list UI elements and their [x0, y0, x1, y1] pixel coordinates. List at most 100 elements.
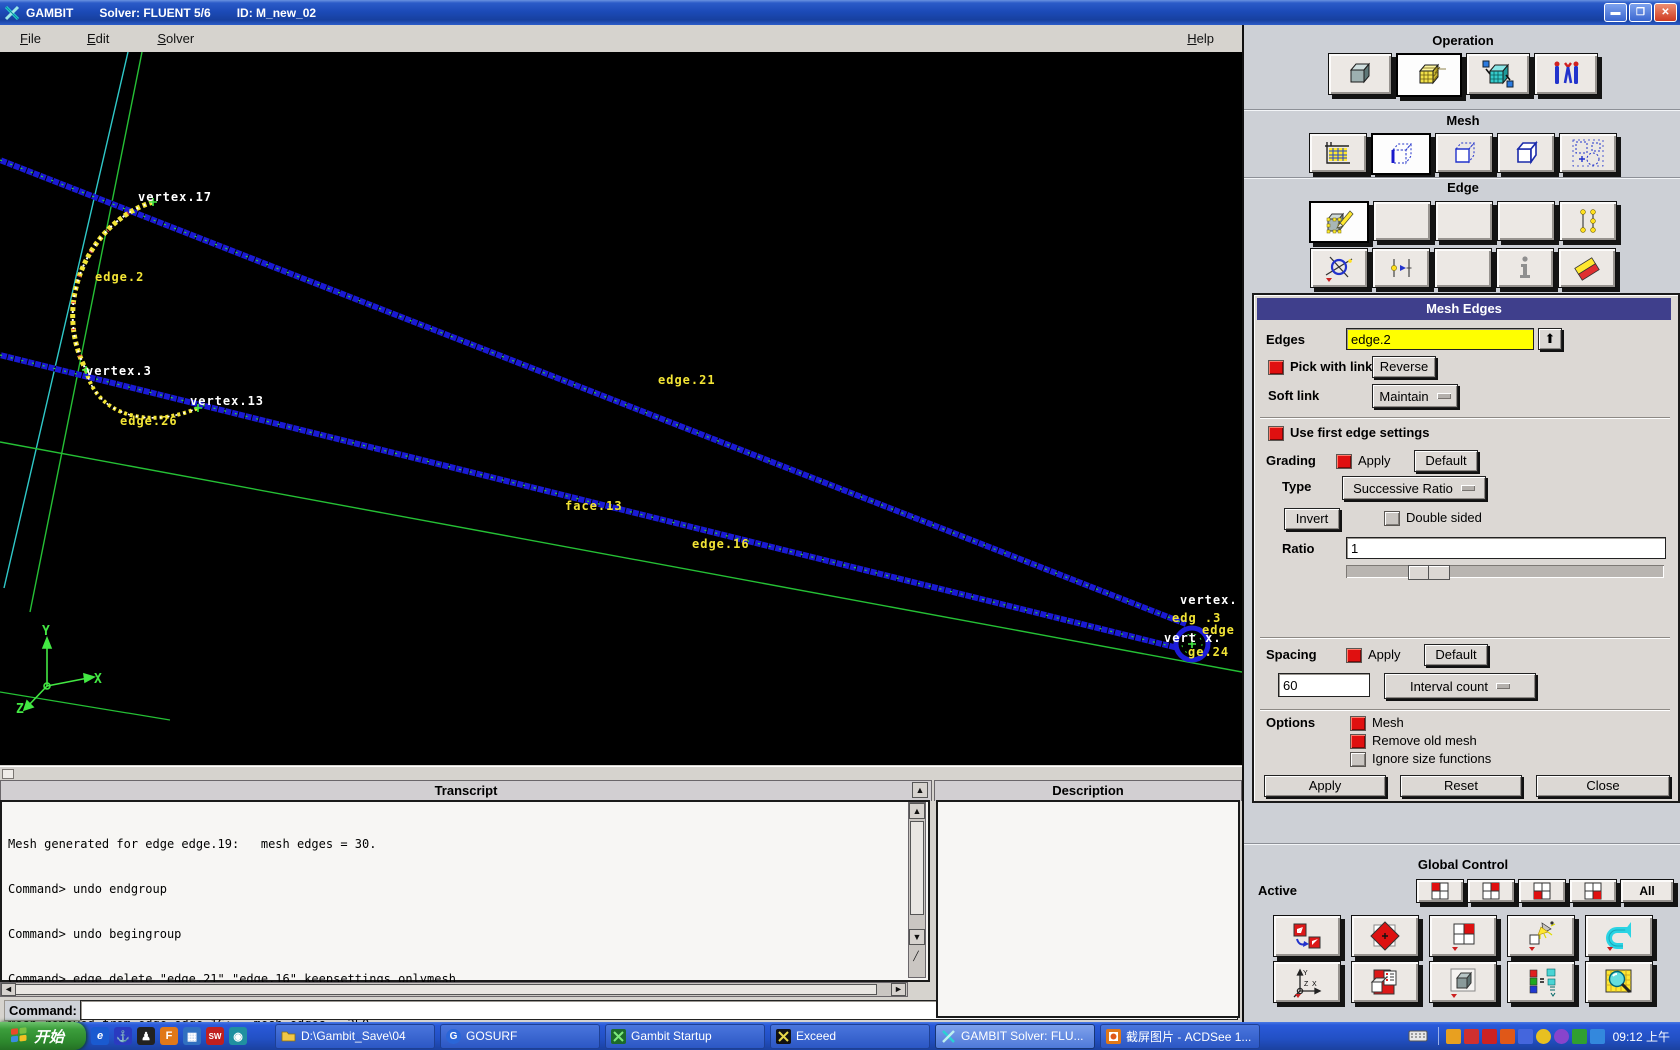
- active-quadrant-3-button[interactable]: [1518, 879, 1566, 903]
- task-gambit-solver[interactable]: GAMBIT Solver: FLU...: [935, 1023, 1096, 1049]
- ratio-slider[interactable]: [1346, 565, 1664, 580]
- gc-render-button[interactable]: [1429, 961, 1497, 1003]
- edge-link-button[interactable]: [1559, 201, 1617, 241]
- tray-icon-6[interactable]: [1535, 1028, 1551, 1044]
- keyboard-tray-icon[interactable]: [1408, 1029, 1428, 1043]
- quicklaunch-flashget-icon[interactable]: F: [160, 1027, 179, 1045]
- mesh-face-button[interactable]: [1435, 133, 1493, 173]
- tray-icon-4[interactable]: [1499, 1028, 1515, 1044]
- edge-erase-button[interactable]: [1558, 248, 1616, 288]
- close-window-button[interactable]: ✕: [1654, 3, 1677, 22]
- op-tools-button[interactable]: [1534, 53, 1598, 95]
- restore-button[interactable]: ❐: [1629, 3, 1652, 22]
- close-button[interactable]: Close: [1536, 775, 1670, 797]
- pane-splitter[interactable]: [0, 766, 1242, 779]
- pick-with-links-checkbox[interactable]: [1268, 360, 1284, 375]
- active-quadrant-1-button[interactable]: [1416, 879, 1464, 903]
- scroll-up-icon[interactable]: ▲: [909, 803, 925, 819]
- task-exceed[interactable]: Exceed: [770, 1023, 931, 1049]
- op-geometry-button[interactable]: [1328, 53, 1392, 95]
- tray-icon-9[interactable]: [1589, 1028, 1605, 1044]
- scroll-right-icon[interactable]: ►: [891, 983, 906, 996]
- task-gambit-save-folder[interactable]: D:\Gambit_Save\04: [275, 1023, 436, 1049]
- spacing-input[interactable]: [1278, 673, 1370, 697]
- remove-old-mesh-checkbox[interactable]: [1350, 734, 1366, 749]
- edge-blank-3-button[interactable]: [1497, 201, 1555, 241]
- edge-smooth-button[interactable]: [1310, 248, 1368, 288]
- task-gambit-startup[interactable]: Gambit Startup: [605, 1023, 766, 1049]
- edge-blank-4-button[interactable]: [1434, 248, 1492, 288]
- tray-icon-7[interactable]: [1553, 1028, 1569, 1044]
- scroll-left-icon[interactable]: ◄: [1, 983, 16, 996]
- edge-mesh-tool-button[interactable]: [1309, 201, 1369, 243]
- clock[interactable]: 09:12 上午: [1613, 1028, 1670, 1045]
- grading-default-button[interactable]: Default: [1414, 450, 1478, 472]
- double-sided-checkbox[interactable]: [1384, 511, 1400, 526]
- ratio-slider-handle[interactable]: [1408, 565, 1450, 580]
- edge-spacing-button[interactable]: [1372, 248, 1430, 288]
- task-gosurf[interactable]: G GOSURF: [440, 1023, 601, 1049]
- active-all-button[interactable]: All: [1620, 879, 1674, 903]
- apply-button[interactable]: Apply: [1264, 775, 1386, 797]
- mesh-edge-button[interactable]: [1371, 133, 1431, 175]
- gc-undo-button[interactable]: [1585, 915, 1653, 957]
- edges-input[interactable]: [1346, 328, 1534, 350]
- mesh-checkbox[interactable]: [1350, 716, 1366, 731]
- gc-legend-button[interactable]: [1507, 961, 1575, 1003]
- graphics-viewport[interactable]: vertex.17 edge.2 vertex.3 vertex.13 edge…: [0, 52, 1242, 765]
- mesh-volume-button[interactable]: [1497, 133, 1555, 173]
- invert-button[interactable]: Invert: [1284, 508, 1340, 530]
- edge-blank-2-button[interactable]: [1435, 201, 1493, 241]
- quicklaunch-globe-icon[interactable]: ◉: [229, 1027, 248, 1045]
- ratio-input[interactable]: [1346, 537, 1666, 559]
- tray-icon-1[interactable]: [1445, 1028, 1461, 1044]
- spacing-type-dropdown[interactable]: Interval count: [1384, 673, 1536, 699]
- transcript-hscrollbar[interactable]: ◄ ►: [0, 982, 908, 997]
- quicklaunch-ie-icon[interactable]: e: [91, 1027, 110, 1045]
- menu-help[interactable]: Help: [1181, 29, 1220, 48]
- splitter-handle-icon[interactable]: [2, 769, 14, 779]
- op-zones-button[interactable]: [1466, 53, 1530, 95]
- start-button[interactable]: 开始: [0, 1022, 87, 1050]
- edges-pick-arrow-button[interactable]: ⬆: [1538, 328, 1562, 350]
- edge-info-button[interactable]: [1496, 248, 1554, 288]
- active-quadrant-2-button[interactable]: [1467, 879, 1515, 903]
- ignore-size-functions-checkbox[interactable]: [1350, 752, 1366, 767]
- grading-type-dropdown[interactable]: Successive Ratio: [1342, 476, 1486, 500]
- gc-fit-to-window-button[interactable]: [1351, 915, 1419, 957]
- active-quadrant-4-button[interactable]: [1569, 879, 1617, 903]
- mesh-group-button[interactable]: [1559, 133, 1617, 173]
- edge-blank-1-button[interactable]: [1373, 201, 1431, 241]
- quicklaunch-sw-icon[interactable]: SW: [206, 1027, 225, 1045]
- task-acdsee[interactable]: 截屏图片 - ACDSee 1...: [1100, 1023, 1261, 1049]
- transcript-vscrollbar[interactable]: ▲ ▼ ╱: [908, 802, 926, 978]
- spacing-apply-checkbox[interactable]: [1346, 648, 1362, 663]
- transcript-collapse-arrow-icon[interactable]: ▲: [912, 782, 928, 798]
- reset-button[interactable]: Reset: [1400, 775, 1522, 797]
- gc-orient-button[interactable]: [1273, 915, 1341, 957]
- spacing-default-button[interactable]: Default: [1424, 644, 1488, 666]
- gc-examine-mesh-button[interactable]: [1585, 961, 1653, 1003]
- gc-axis-button[interactable]: Y Z X: [1273, 961, 1341, 1003]
- quicklaunch-desktop-icon[interactable]: ▦: [183, 1027, 202, 1045]
- quicklaunch-gosurf-icon[interactable]: ⚓: [114, 1027, 133, 1045]
- menu-file[interactable]: File: [14, 29, 47, 48]
- tray-icon-5[interactable]: [1517, 1028, 1533, 1044]
- op-mesh-button[interactable]: [1396, 53, 1462, 97]
- menu-edit[interactable]: Edit: [81, 29, 115, 48]
- tray-icon-8[interactable]: [1571, 1028, 1587, 1044]
- scroll-down-icon[interactable]: ▼: [909, 929, 925, 945]
- menu-solver[interactable]: Solver: [151, 29, 200, 48]
- minimize-button[interactable]: ▬: [1604, 3, 1627, 22]
- tray-icon-2[interactable]: [1463, 1028, 1479, 1044]
- tray-icon-3[interactable]: [1481, 1028, 1497, 1044]
- quicklaunch-spark-icon[interactable]: ♟: [137, 1027, 156, 1045]
- soft-link-dropdown[interactable]: Maintain: [1372, 384, 1458, 408]
- mesh-blayer-button[interactable]: [1309, 133, 1367, 173]
- vscroll-thumb[interactable]: [910, 821, 924, 915]
- grading-apply-checkbox[interactable]: [1336, 454, 1352, 469]
- pane-resize-icon[interactable]: ╱: [909, 949, 923, 963]
- gc-select-quadrant-button[interactable]: [1429, 915, 1497, 957]
- gc-light-button[interactable]: [1507, 915, 1575, 957]
- use-first-edge-checkbox[interactable]: [1268, 426, 1284, 441]
